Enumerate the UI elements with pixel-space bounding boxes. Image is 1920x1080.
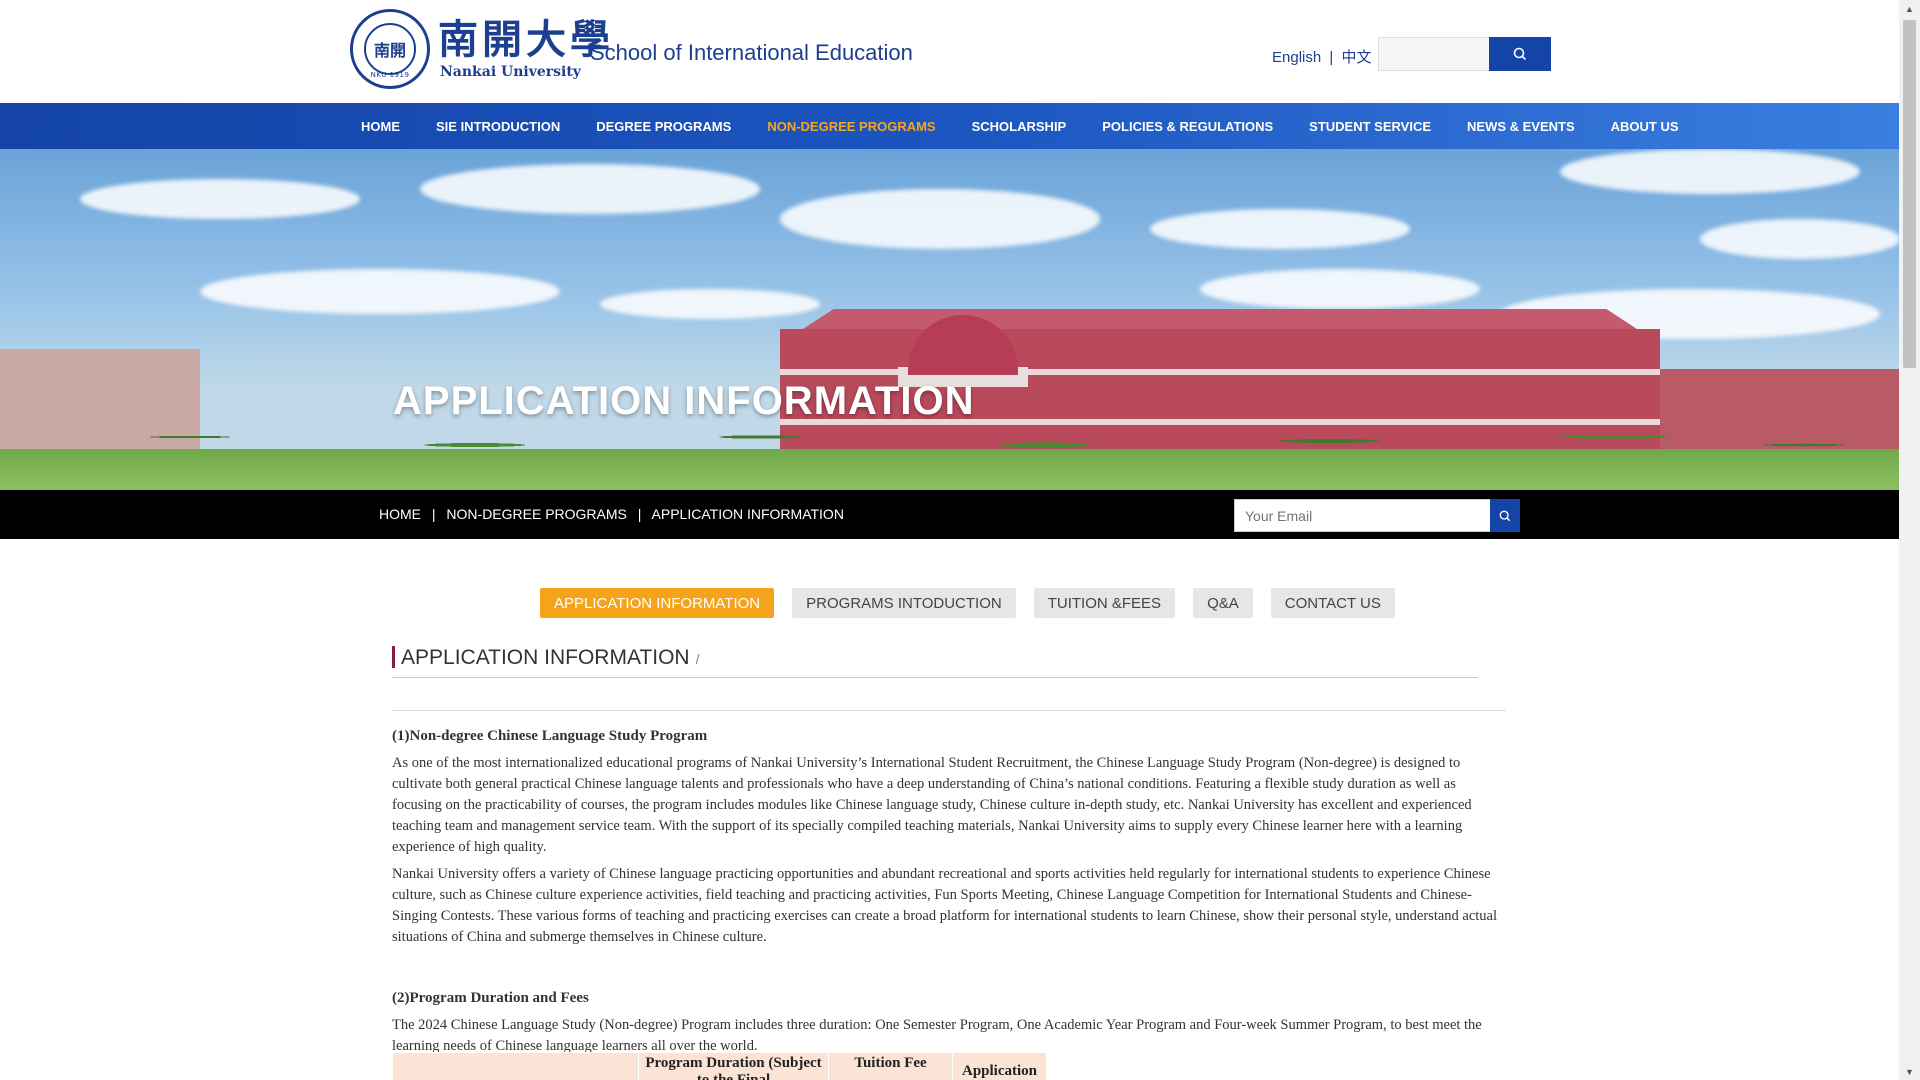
tab-programs-intoduction[interactable]: PROGRAMS INTODUCTION [792,588,1016,618]
nav-item-degree-programs[interactable]: DEGREE PROGRAMS [584,119,731,134]
heading-accent-bar [392,646,395,668]
tab-application-information[interactable]: APPLICATION INFORMATION [540,588,775,618]
table-header-cell: Tuition Fee [828,1052,953,1080]
content-divider [392,710,1506,711]
nav-item-about-us[interactable]: ABOUT US [1599,119,1679,134]
nav-item-student-service[interactable]: STUDENT SERVICE [1297,119,1431,134]
nav-item-scholarship[interactable]: SCHOLARSHIP [960,119,1067,134]
header-search-button[interactable] [1489,37,1551,71]
site-title[interactable]: School of International Education [590,40,913,66]
heading-duration-fees: (2)Program Duration and Fees [392,990,589,1006]
tab-q-a[interactable]: Q&A [1193,588,1253,618]
breadcrumb: HOME | NON-DEGREE PROGRAMS | APPLICATION… [379,506,844,522]
search-icon [1513,47,1527,61]
section-slash: / [695,651,700,667]
email-input[interactable] [1234,499,1491,532]
table-header-cell [392,1052,639,1080]
scrollbar-thumb[interactable] [1903,20,1916,368]
table-header-cell: Program Duration (Subject to the Final [638,1052,829,1080]
seal-emblem-icon: 南開 [364,23,416,75]
heading-program: (1)Non-degree Chinese Language Study Pro… [392,728,708,744]
scroll-down-arrow-icon[interactable]: ▼ [1899,1063,1920,1080]
page-scrollbar[interactable]: ▲ ▼ [1899,0,1920,1080]
lawn [0,449,1899,490]
breadcrumb-non-degree[interactable]: NON-DEGREE PROGRAMS [446,506,626,522]
nav-item-home[interactable]: HOME [349,119,400,134]
nav-item-sie-introduction[interactable]: SIE INTRODUCTION [424,119,560,134]
tab-tuition-fees[interactable]: TUITION &FEES [1033,588,1176,618]
lang-chinese-link[interactable]: 中文 [1341,49,1371,66]
lang-separator: | [1329,49,1334,66]
site-header: 南開 NKU 1919 南開大學 Nankai University Schoo… [0,0,1899,103]
lang-english-link[interactable]: English [1272,49,1321,66]
sub-navigation-tabs: APPLICATION INFORMATION PROGRAMS INTODUCT… [540,588,1413,618]
header-search-input[interactable] [1378,37,1490,71]
breadcrumb-bar: HOME | NON-DEGREE PROGRAMS | APPLICATION… [0,490,1899,539]
hero-banner: APPLICATION INFORMATION [0,149,1899,490]
paragraph-1: As one of the most internationalized edu… [392,755,1472,855]
search-icon [1499,510,1511,521]
paragraph-3: The 2024 Chinese Language Study (Non-deg… [392,1017,1482,1054]
banner-title: APPLICATION INFORMATION [393,379,975,423]
nav-item-policies-regulations[interactable]: POLICIES & REGULATIONS [1090,119,1273,134]
article-content: (1)Non-degree Chinese Language Study Pro… [392,726,1506,1063]
section-title: APPLICATION INFORMATION [401,646,690,669]
seal-caption: NKU 1919 [370,71,410,79]
scroll-up-arrow-icon[interactable]: ▲ [1899,0,1920,17]
breadcrumb-home[interactable]: HOME [379,506,421,522]
email-search-button[interactable] [1490,499,1520,532]
language-switcher: English | 中文 [1272,46,1371,67]
university-seal-logo[interactable]: 南開 NKU 1919 [350,9,430,89]
paragraph-2: Nankai University offers a variety of Ch… [392,866,1498,945]
university-name-cn[interactable]: 南開大學 [438,18,614,62]
nav-item-news-events[interactable]: NEWS & EVENTS [1455,119,1575,134]
university-name-en[interactable]: Nankai University [440,64,581,80]
tab-contact-us[interactable]: CONTACT US [1270,588,1395,618]
main-navigation: HOME SIE INTRODUCTION DEGREE PROGRAMS NON-D… [0,103,1899,149]
fees-table: Program Duration (Subject to the Final T… [392,1052,1047,1080]
breadcrumb-current[interactable]: APPLICATION INFORMATION [652,506,844,522]
nav-item-non-degree-programs[interactable]: NON-DEGREE PROGRAMS [755,119,935,134]
section-heading: APPLICATION INFORMATION / [392,646,1478,678]
table-header-cell: Application [952,1052,1047,1080]
